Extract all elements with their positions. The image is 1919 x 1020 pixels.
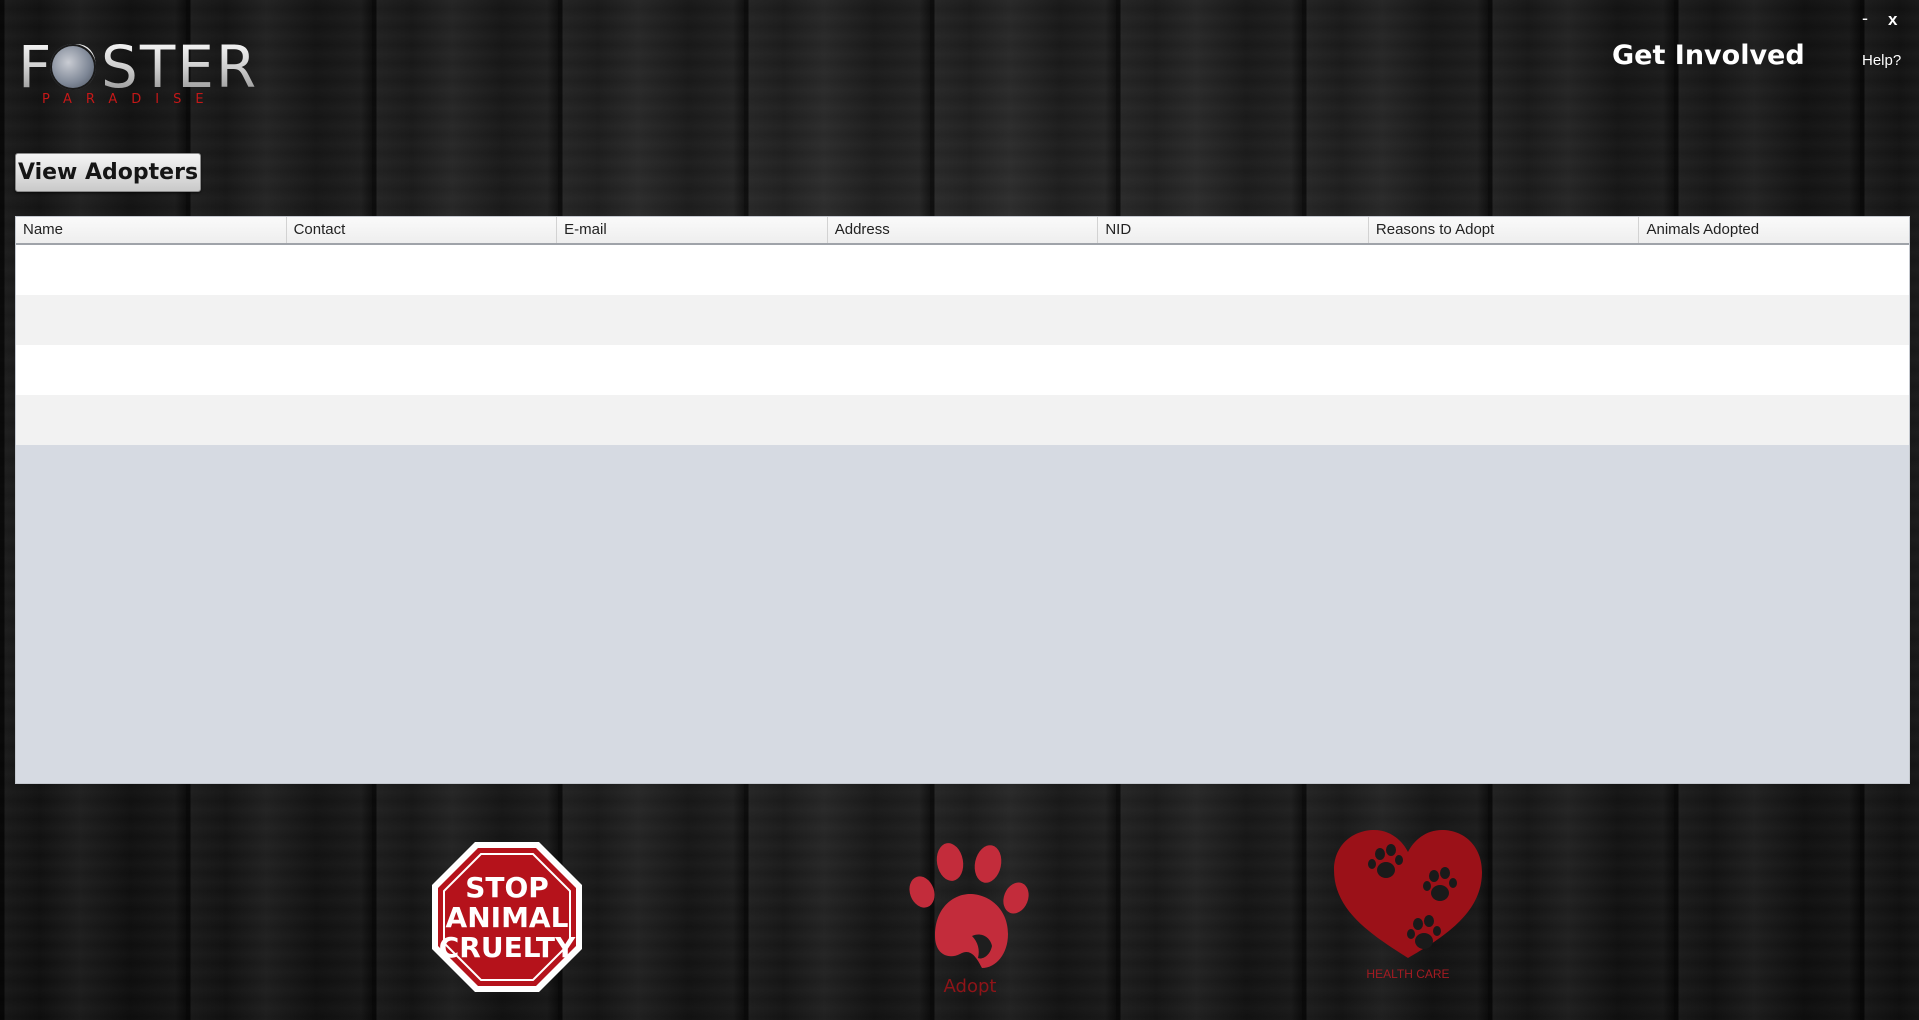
health-care-button[interactable]: HEALTH CARE: [1330, 826, 1486, 984]
table-row[interactable]: [16, 345, 1909, 395]
close-button[interactable]: x: [1888, 10, 1897, 30]
column-header-email[interactable]: E-mail: [557, 217, 828, 243]
adopters-table[interactable]: Name Contact E-mail Address NID Reasons …: [15, 216, 1910, 784]
table-row[interactable]: [16, 295, 1909, 345]
heart-paws-icon: [1334, 830, 1482, 958]
minimize-button[interactable]: -: [1862, 8, 1868, 29]
help-link[interactable]: Help?: [1862, 52, 1901, 69]
paw-icon: [909, 843, 1029, 968]
stop-sign-line-3: CRUELTY: [439, 931, 576, 964]
view-adopters-button[interactable]: View Adopters: [15, 153, 201, 192]
column-header-reasons[interactable]: Reasons to Adopt: [1369, 217, 1640, 243]
table-row[interactable]: [16, 395, 1909, 445]
stop-sign-icon: STOP ANIMAL CRUELTY: [432, 842, 582, 992]
stop-sign-line-1: STOP: [465, 871, 549, 904]
column-header-animals-adopted[interactable]: Animals Adopted: [1639, 217, 1909, 243]
column-header-name[interactable]: Name: [16, 217, 287, 243]
column-header-address[interactable]: Address: [828, 217, 1099, 243]
logo-subtitle: PARADISE: [42, 92, 218, 107]
column-header-contact[interactable]: Contact: [287, 217, 558, 243]
stop-animal-cruelty-button[interactable]: STOP ANIMAL CRUELTY: [430, 840, 584, 994]
app-logo: FOSTER PARADISE: [18, 36, 256, 108]
column-header-nid[interactable]: NID: [1098, 217, 1369, 243]
adopt-label: Adopt: [943, 976, 997, 997]
get-involved-link[interactable]: Get Involved: [1612, 40, 1805, 71]
health-care-label: HEALTH CARE: [1366, 967, 1450, 981]
table-header: Name Contact E-mail Address NID Reasons …: [16, 217, 1909, 245]
globe-icon: [50, 44, 96, 90]
adopt-button[interactable]: Adopt: [900, 836, 1040, 1000]
stop-sign-line-2: ANIMAL: [446, 901, 569, 934]
table-row[interactable]: [16, 245, 1909, 295]
